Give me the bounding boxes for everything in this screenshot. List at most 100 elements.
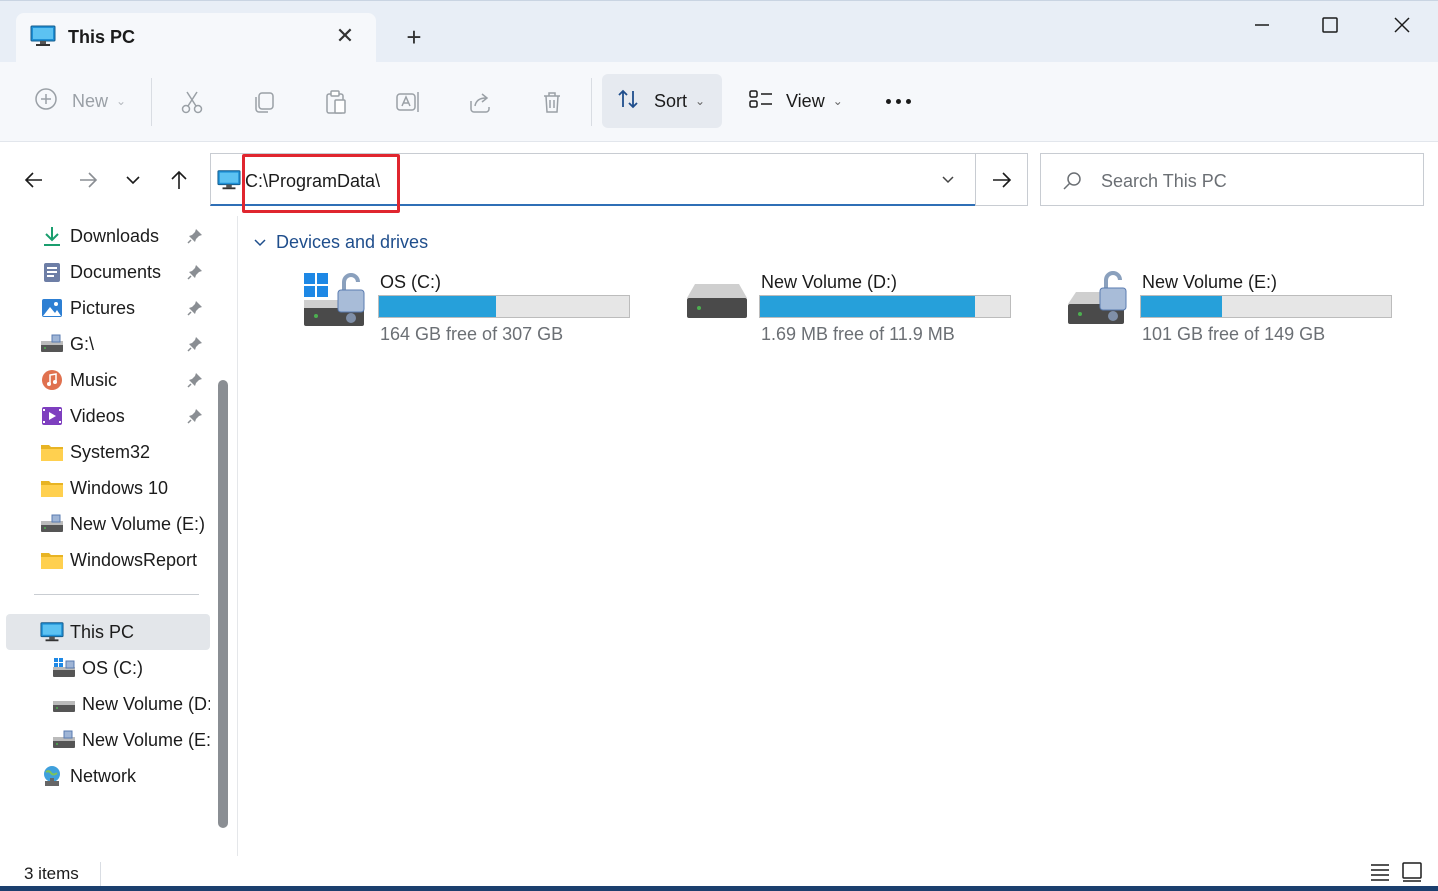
search-box[interactable]: Search This PC (1040, 153, 1424, 206)
pin-icon (186, 407, 204, 425)
paste-button[interactable] (318, 84, 354, 120)
drive-icon (52, 692, 76, 716)
maximize-button[interactable] (1300, 5, 1360, 45)
pin-icon (186, 335, 204, 353)
new-tab-button[interactable]: + (400, 23, 428, 51)
drive-usage-fill (1141, 296, 1222, 317)
search-input[interactable]: Search This PC (1101, 171, 1227, 192)
sidebar-item-windows-10[interactable]: Windows 10 (0, 470, 210, 506)
group-title: Devices and drives (276, 232, 429, 252)
address-dropdown-button[interactable] (935, 168, 961, 192)
pin-icon (186, 299, 204, 317)
drive-tile-os-c[interactable]: OS (C:) 164 GB free of 307 GB (302, 266, 662, 356)
drive-usage-fill (379, 296, 496, 317)
drive-tile-new-volume-d[interactable]: New Volume (D:) 1.69 MB free of 11.9 MB (683, 266, 1043, 356)
sidebar-scrollbar[interactable] (218, 380, 228, 828)
sidebar-item-downloads[interactable]: Downloads (0, 218, 210, 254)
copy-button[interactable] (246, 84, 282, 120)
more-options-button[interactable] (880, 86, 916, 116)
sidebar-item-new-volume-e[interactable]: New Volume (E:) (0, 506, 210, 542)
chevron-down-icon: ⌄ (695, 94, 706, 108)
cut-button[interactable] (174, 84, 210, 120)
sidebar-item-this-pc[interactable]: This PC (6, 614, 210, 650)
rename-button[interactable] (390, 84, 426, 120)
sidebar-item-label: System32 (70, 441, 151, 462)
cut-icon (181, 91, 203, 114)
drive-usage-bar (378, 295, 630, 318)
sidebar-item-videos[interactable]: Videos (0, 398, 210, 434)
windows-locked-drive-icon (302, 270, 370, 330)
view-label: View (786, 90, 825, 111)
share-button[interactable] (462, 84, 498, 120)
more-icon (885, 98, 891, 104)
folder-icon (40, 440, 64, 464)
recent-locations-button[interactable] (117, 164, 149, 196)
drive-name: New Volume (E:) (1142, 272, 1278, 292)
sidebar-item-network[interactable]: Network (0, 758, 210, 794)
sidebar-item-music[interactable]: Music (0, 362, 210, 398)
sidebar-item-pictures[interactable]: Pictures (0, 290, 210, 326)
toolbar-divider (151, 78, 152, 126)
this-pc-icon (217, 169, 241, 191)
new-button[interactable]: New ⌄ (30, 74, 140, 128)
sort-button[interactable]: Sort ⌄ (602, 74, 722, 128)
back-button[interactable] (18, 164, 50, 196)
content-pane: Devices and drives OS (C:) 164 GB free o… (238, 216, 1438, 856)
sidebar-item-label: G:\ (70, 333, 95, 354)
network-icon (40, 764, 64, 788)
paste-icon (326, 90, 346, 114)
copy-icon (255, 92, 274, 113)
rename-icon (396, 92, 419, 112)
sidebar-item-g-drive[interactable]: G:\ (0, 326, 210, 362)
close-window-button[interactable] (1372, 5, 1432, 45)
drive-free-space: 101 GB free of 149 GB (1142, 324, 1326, 344)
drive-usage-bar (759, 295, 1011, 318)
sidebar-item-label: New Volume (E:) (82, 729, 210, 750)
go-button[interactable] (975, 153, 1028, 206)
this-pc-icon (30, 25, 56, 47)
details-view-button[interactable] (1368, 860, 1392, 884)
sidebar-item-label: Network (70, 765, 137, 786)
tiles-view-button[interactable] (1400, 860, 1424, 884)
view-button[interactable]: View ⌄ (746, 74, 856, 128)
sidebar-item-os-c[interactable]: OS (C:) (0, 650, 210, 686)
item-count: 3 items (24, 864, 79, 883)
address-bar[interactable]: C:\ProgramData\ (210, 153, 976, 213)
title-bar: This PC ✕ + (0, 0, 1438, 63)
sidebar-item-system32[interactable]: System32 (0, 434, 210, 470)
toolbar-divider (591, 78, 592, 126)
status-divider (100, 862, 101, 886)
add-icon (34, 87, 58, 116)
arrow-right-icon (80, 172, 98, 188)
maximize-icon (1322, 17, 1338, 33)
sidebar-item-new-volume-d[interactable]: New Volume (D:) (0, 686, 210, 722)
windows-drive-icon (52, 656, 76, 680)
sidebar-item-new-volume-e-2[interactable]: New Volume (E:) (0, 722, 210, 758)
sidebar-item-label: OS (C:) (82, 657, 143, 678)
chevron-down-icon (126, 176, 140, 185)
drive-name: OS (C:) (380, 272, 441, 292)
minimize-button[interactable] (1232, 5, 1292, 45)
close-icon (1394, 17, 1410, 33)
tab-title: This PC (68, 27, 136, 47)
sort-label: Sort (654, 90, 688, 111)
pictures-icon (40, 296, 64, 320)
delete-button[interactable] (534, 84, 570, 120)
arrow-up-icon (171, 170, 187, 189)
pin-icon (186, 227, 204, 245)
highlight-box (242, 154, 400, 213)
videos-icon (40, 404, 64, 428)
close-tab-button[interactable]: ✕ (332, 23, 358, 49)
forward-button[interactable] (72, 164, 104, 196)
drive-name: New Volume (D:) (761, 272, 898, 292)
group-header-devices-and-drives[interactable]: Devices and drives (252, 232, 428, 253)
drive-free-space: 1.69 MB free of 11.9 MB (761, 324, 955, 344)
drive-tile-new-volume-e[interactable]: New Volume (E:) 101 GB free of 149 GB (1064, 266, 1424, 356)
search-icon (1061, 170, 1083, 192)
sidebar-item-documents[interactable]: Documents (0, 254, 210, 290)
sidebar-item-windowsreport[interactable]: WindowsReport (0, 542, 210, 578)
tab-this-pc[interactable]: This PC ✕ (16, 13, 376, 63)
up-button[interactable] (163, 164, 195, 196)
this-pc-icon (40, 620, 64, 644)
drive-icon (52, 728, 76, 752)
